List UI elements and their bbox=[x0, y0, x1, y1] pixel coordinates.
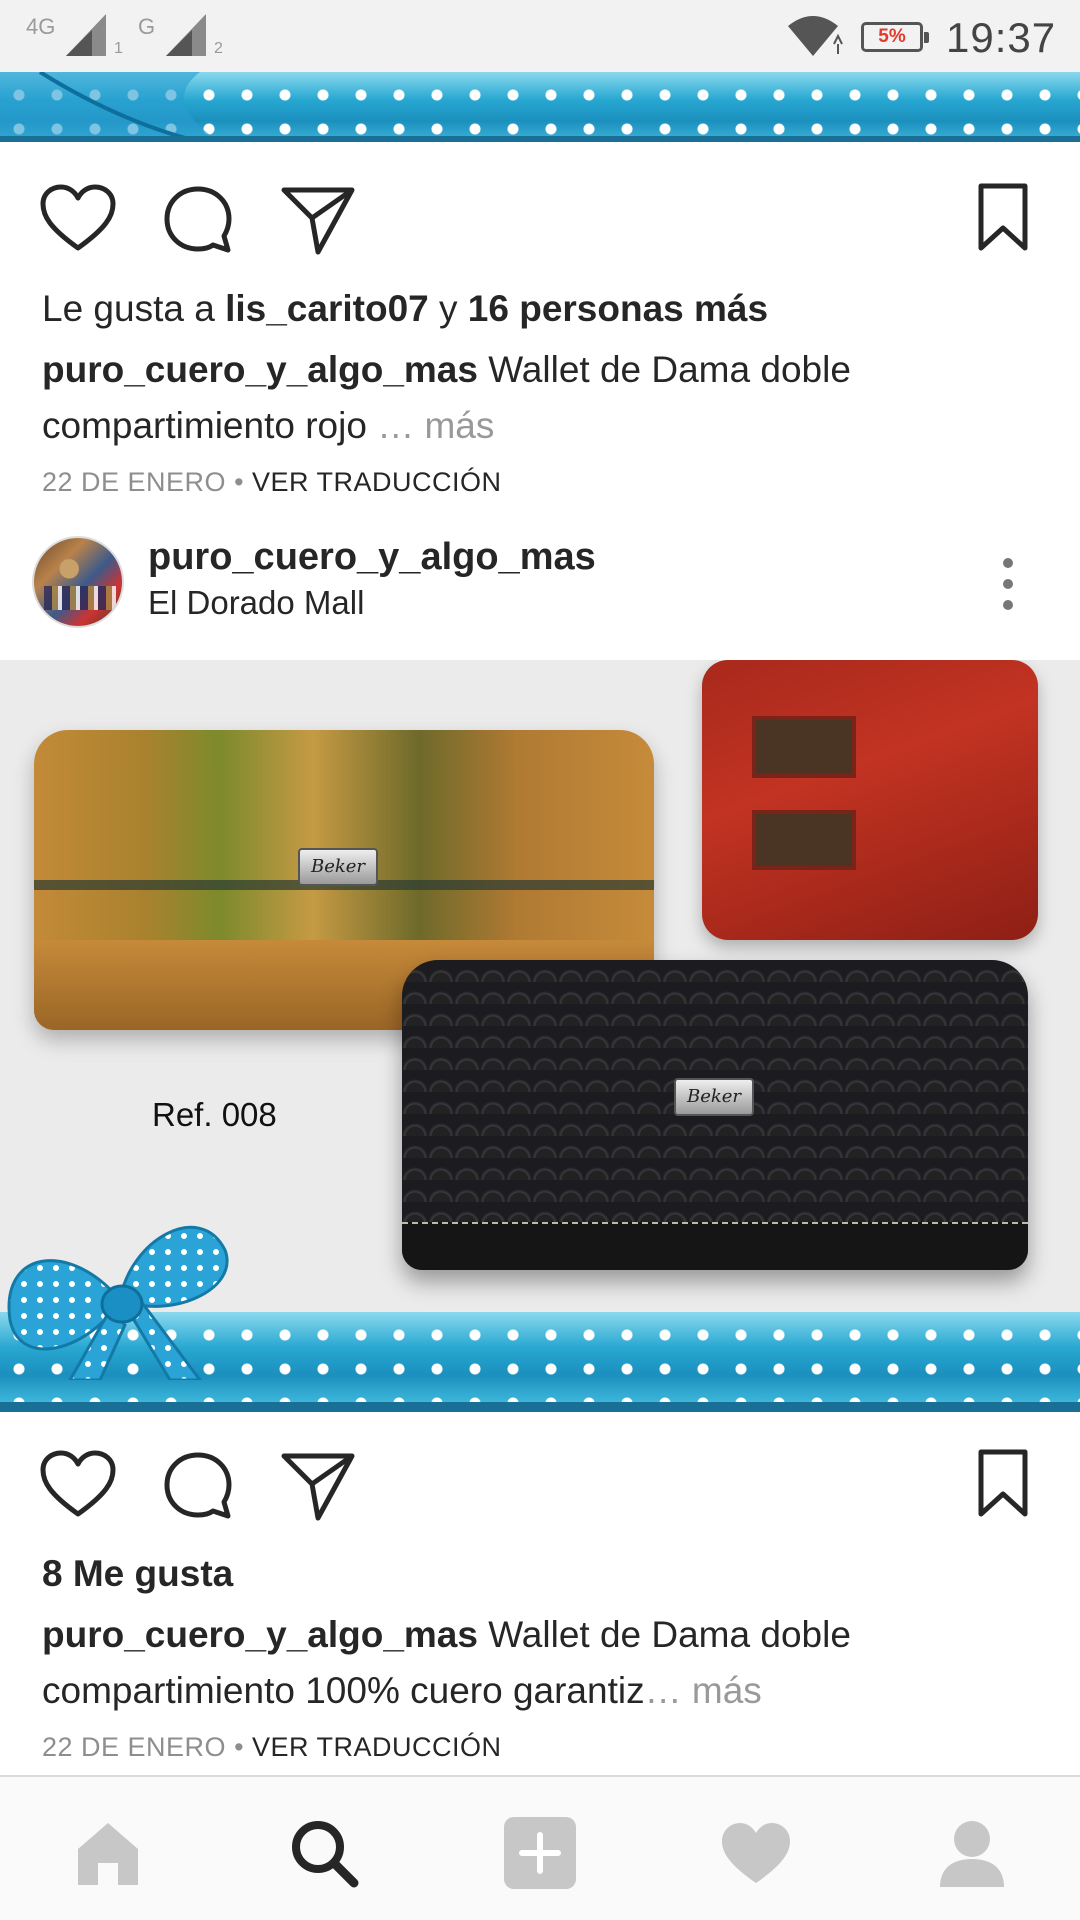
previous-post-caption-line1: puro_cuero_y_algo_mas Wallet de Dama dob… bbox=[42, 342, 851, 398]
nav-profile[interactable] bbox=[932, 1813, 1012, 1893]
home-icon[interactable] bbox=[68, 1813, 148, 1893]
post-username[interactable]: puro_cuero_y_algo_mas bbox=[148, 536, 596, 579]
likes-user-link[interactable]: lis_carito07 bbox=[225, 288, 429, 329]
previous-post-likes[interactable]: Le gusta a lis_carito07 y 16 personas má… bbox=[42, 281, 768, 337]
battery-indicator: 5% bbox=[861, 22, 929, 52]
bow-decoration bbox=[7, 1225, 229, 1380]
post-date: 22 DE ENERO bbox=[42, 1732, 227, 1762]
post-date: 22 DE ENERO bbox=[42, 467, 227, 497]
comment-icon[interactable] bbox=[162, 1450, 234, 1522]
likes-prefix: Le gusta a bbox=[42, 288, 226, 329]
post-image[interactable]: Beker Beker Ref. 008 bbox=[0, 660, 1080, 1412]
send-icon[interactable] bbox=[280, 184, 356, 256]
nav-home[interactable] bbox=[68, 1813, 148, 1893]
bookmark-icon[interactable] bbox=[976, 182, 1030, 254]
caption-text: compartimiento 100% cuero garantiz bbox=[42, 1670, 645, 1711]
more-vertical-icon[interactable] bbox=[996, 554, 1020, 614]
post-caption-line1: puro_cuero_y_algo_mas Wallet de Dama dob… bbox=[42, 1607, 851, 1663]
previous-post-meta: 22 DE ENERO • VER TRADUCCIÓN bbox=[42, 467, 502, 498]
comment-icon[interactable] bbox=[162, 184, 234, 256]
bookmark-icon[interactable] bbox=[976, 1448, 1030, 1520]
bow-decoration bbox=[0, 72, 220, 142]
send-icon[interactable] bbox=[280, 1450, 356, 1522]
add-icon[interactable] bbox=[500, 1813, 580, 1893]
post-location[interactable]: El Dorado Mall bbox=[148, 584, 364, 622]
caption-username-link[interactable]: puro_cuero_y_algo_mas bbox=[42, 349, 478, 390]
nav-activity[interactable] bbox=[716, 1813, 796, 1893]
translate-link[interactable]: VER TRADUCCIÓN bbox=[252, 1732, 502, 1762]
nav-search[interactable] bbox=[284, 1813, 364, 1893]
post-actions bbox=[0, 1420, 1080, 1540]
ribbon-edge bbox=[0, 1402, 1080, 1412]
signal-sim2-icon bbox=[166, 14, 206, 56]
status-bar: 4G 1 G 2 5% 19:37 bbox=[0, 0, 1080, 72]
caption-more-link[interactable]: … más bbox=[377, 405, 494, 446]
battery-level: 5% bbox=[878, 26, 906, 47]
reference-label: Ref. 008 bbox=[152, 1096, 277, 1133]
nav-add[interactable] bbox=[500, 1813, 580, 1893]
activity-heart-icon[interactable] bbox=[716, 1813, 796, 1893]
previous-post-actions bbox=[0, 156, 1080, 276]
caption-text: Wallet de Dama doble bbox=[477, 349, 851, 390]
profile-icon[interactable] bbox=[932, 1813, 1012, 1893]
avatar[interactable] bbox=[32, 536, 124, 628]
network-type-sim2: G bbox=[138, 14, 156, 39]
post-header: puro_cuero_y_algo_mas El Dorado Mall bbox=[0, 522, 1080, 660]
post-caption-line2: compartimiento 100% cuero garantiz… más bbox=[42, 1663, 762, 1719]
heart-icon[interactable] bbox=[40, 1450, 116, 1520]
red-wallet-illustration bbox=[702, 660, 1038, 940]
meta-separator: • bbox=[226, 467, 253, 497]
likes-and: y bbox=[428, 288, 468, 329]
caption-text: Wallet de Dama doble bbox=[477, 1614, 851, 1655]
sim2-index: 2 bbox=[214, 40, 223, 57]
caption-username-link[interactable]: puro_cuero_y_algo_mas bbox=[42, 1614, 478, 1655]
meta-separator: • bbox=[226, 1732, 253, 1762]
clock: 19:37 bbox=[946, 14, 1057, 61]
sim1-index: 1 bbox=[114, 40, 123, 57]
heart-icon[interactable] bbox=[40, 184, 116, 254]
previous-post-caption-line2: compartimiento rojo … más bbox=[42, 398, 494, 454]
search-icon[interactable] bbox=[284, 1813, 364, 1893]
ribbon-edge bbox=[0, 136, 1080, 142]
brand-tag: Beker bbox=[298, 848, 378, 886]
caption-more-link[interactable]: … más bbox=[645, 1670, 762, 1711]
signal-sim1-icon bbox=[66, 14, 106, 56]
bottom-navigation bbox=[0, 1775, 1080, 1920]
caption-text: compartimiento rojo bbox=[42, 405, 378, 446]
post-likes-count[interactable]: 8 Me gusta bbox=[42, 1546, 233, 1602]
previous-post-image[interactable] bbox=[0, 72, 1080, 142]
wifi-icon bbox=[788, 16, 843, 56]
translate-link[interactable]: VER TRADUCCIÓN bbox=[252, 467, 502, 497]
likes-others-link[interactable]: 16 personas más bbox=[468, 288, 768, 329]
brand-tag: Beker bbox=[674, 1078, 754, 1116]
post-meta: 22 DE ENERO • VER TRADUCCIÓN bbox=[42, 1732, 502, 1763]
network-type-sim1: 4G bbox=[26, 14, 56, 39]
